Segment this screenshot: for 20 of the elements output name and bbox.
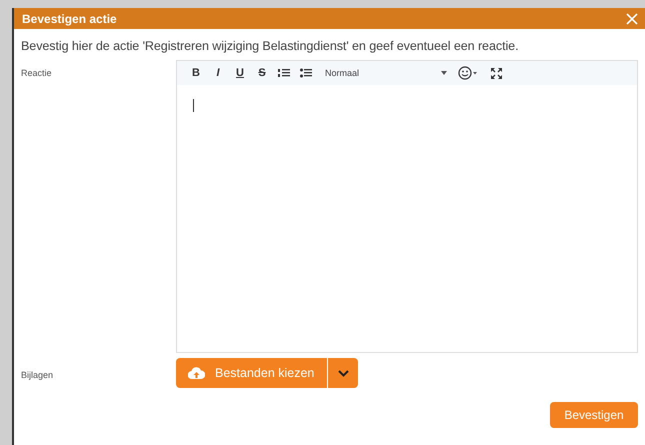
strikethrough-button[interactable]: S: [251, 63, 273, 83]
paragraph-style-select[interactable]: Normaal: [317, 63, 447, 83]
bold-button[interactable]: B: [185, 63, 207, 83]
expand-icon: [490, 68, 502, 78]
bullet-list-icon: [300, 68, 312, 78]
rich-text-editor[interactable]: B I U S Normaal: [176, 60, 638, 353]
dropdown-button[interactable]: [328, 358, 358, 388]
chevron-down-icon: [338, 370, 348, 376]
smiley-icon: [458, 66, 478, 80]
numbered-list-icon: [278, 68, 290, 78]
reaction-label: Reactie: [20, 67, 53, 80]
italic-button[interactable]: I: [207, 63, 229, 83]
dialog-title: Bevestigen actie: [22, 12, 117, 26]
attachments-label: Bijlagen: [20, 369, 54, 382]
close-icon: [626, 12, 638, 24]
caret-icon: [441, 71, 447, 75]
text-cursor: [193, 99, 194, 112]
underline-button[interactable]: U: [229, 63, 251, 83]
confirmation-message: Bevestig hier de actie 'Registreren wijziging Belastingdienst' en geef eventueel een reactie.: [21, 39, 520, 53]
cloud-upload-icon: [188, 367, 205, 379]
